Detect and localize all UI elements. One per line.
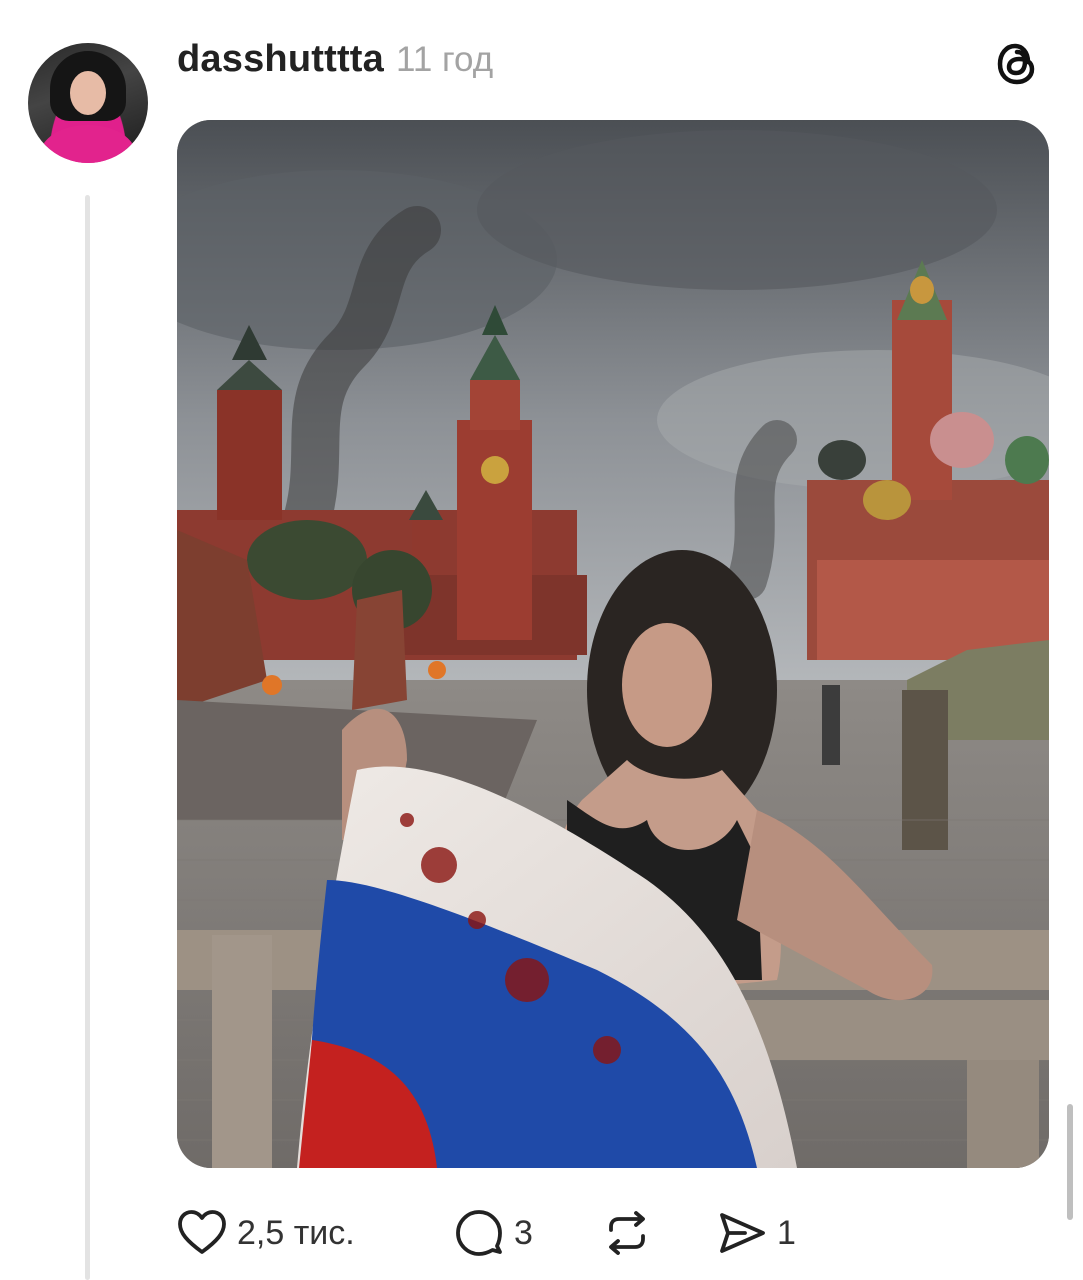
username[interactable]: dasshutttta [177,38,384,81]
post-header: dasshutttta 11 год [177,38,493,88]
send-icon [720,1213,765,1253]
threads-logo-icon[interactable] [995,40,1039,88]
heart-icon [178,1210,226,1254]
thread-line [85,195,90,1280]
share-count: 1 [777,1213,796,1252]
post-actions: 2,5 тис. 3 1 [177,1205,877,1261]
share-button[interactable]: 1 [717,1205,796,1261]
like-count: 2,5 тис. [237,1213,355,1252]
like-button[interactable]: 2,5 тис. [177,1205,355,1261]
post-time: 11 год [396,40,494,79]
comment-icon [456,1210,502,1256]
scrollbar[interactable] [1067,1104,1073,1220]
post-image[interactable] [177,120,1049,1168]
post-avatar[interactable] [28,43,148,163]
repost-button[interactable] [602,1205,652,1261]
reply-button[interactable]: 3 [454,1205,533,1261]
repost-icon [609,1211,645,1255]
reply-count: 3 [514,1213,533,1252]
